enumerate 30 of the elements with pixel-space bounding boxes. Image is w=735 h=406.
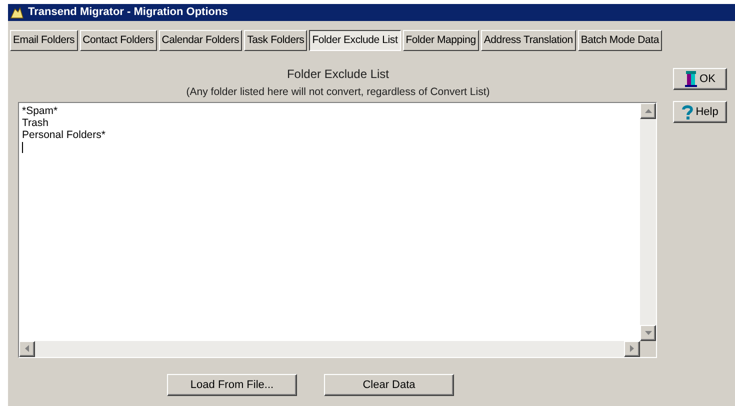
tab[interactable]: Batch Mode Data xyxy=(578,30,662,51)
scrollbar-corner xyxy=(640,340,656,357)
dialog-button[interactable]: OK xyxy=(673,68,727,90)
section-subheading: (Any folder listed here will not convert, regardless of Convert List) xyxy=(185,85,491,100)
app-icon xyxy=(10,6,24,19)
door-icon xyxy=(684,71,697,87)
list-line: Trash xyxy=(22,116,50,129)
tab[interactable]: Task Folders xyxy=(244,30,308,51)
scroll-right-icon[interactable] xyxy=(624,340,640,357)
action-button[interactable]: Load From File... xyxy=(167,374,297,396)
tab[interactable]: Address Translation xyxy=(480,30,576,51)
scroll-up-icon[interactable] xyxy=(640,102,656,119)
tab[interactable]: Folder Mapping xyxy=(402,30,479,51)
tab[interactable]: Calendar Folders xyxy=(158,30,242,51)
exclude-list-text-area[interactable]: *Spam* Trash Personal Folders* xyxy=(18,102,657,358)
scroll-left-icon[interactable] xyxy=(19,340,35,357)
tab[interactable]: Folder Exclude List xyxy=(309,30,401,51)
tab[interactable]: Contact Folders xyxy=(80,30,157,51)
vertical-scrollbar[interactable] xyxy=(640,102,656,341)
horizontal-scrollbar[interactable] xyxy=(19,340,640,357)
list-line: *Spam* xyxy=(22,104,59,117)
scroll-down-icon[interactable] xyxy=(640,324,656,341)
list-line: Personal Folders* xyxy=(22,128,106,141)
section-heading: Folder Exclude List xyxy=(286,66,390,83)
text-cursor-icon xyxy=(22,142,23,153)
tab[interactable]: Email Folders xyxy=(10,30,78,51)
action-button[interactable]: Clear Data xyxy=(324,374,454,396)
dialog-button[interactable]: Help xyxy=(673,101,727,123)
window-title: Transend Migrator - Migration Options xyxy=(28,5,228,20)
question-mark-icon xyxy=(682,104,693,120)
